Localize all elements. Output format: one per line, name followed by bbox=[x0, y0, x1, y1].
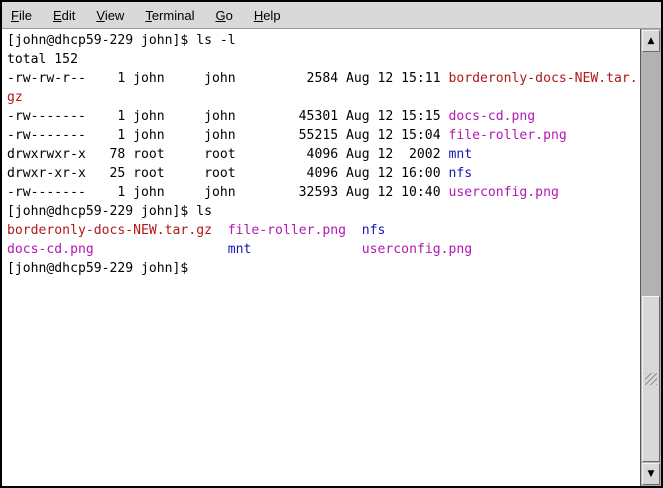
menu-view[interactable]: View bbox=[96, 8, 124, 23]
scrollbar-thumb[interactable] bbox=[642, 296, 660, 462]
terminal-output: [john@dhcp59-229 john]$ ls -l total 152 -r… bbox=[7, 31, 640, 278]
terminal-text bbox=[346, 223, 362, 238]
menu-file[interactable]: File bbox=[11, 8, 32, 23]
filename-magenta: docs-cd.png bbox=[7, 242, 94, 257]
scroll-up-button[interactable]: ▲ bbox=[642, 30, 660, 52]
menu-go[interactable]: Go bbox=[215, 8, 232, 23]
terminal-text: -rw------- 1 john john 32593 Aug 12 10:4… bbox=[7, 185, 448, 200]
filename-magenta: file-roller.png bbox=[228, 223, 346, 238]
terminal-screen[interactable]: [john@dhcp59-229 john]$ ls -l total 152 -r… bbox=[2, 29, 640, 486]
output-line: -rw------- 1 john john 55215 Aug 12 15:0… bbox=[7, 126, 640, 145]
output-line: -rw-rw-r-- 1 john john 2584 Aug 12 15:11… bbox=[7, 69, 640, 88]
prompt-line: [john@dhcp59-229 john]$ bbox=[7, 259, 640, 278]
output-line: drwxrwxr-x 78 root root 4096 Aug 12 2002… bbox=[7, 145, 640, 164]
filename-magenta: docs-cd.png bbox=[448, 109, 535, 124]
scrollbar-grip-icon bbox=[645, 373, 657, 385]
terminal-text: -rw------- 1 john john 45301 Aug 12 15:1… bbox=[7, 109, 448, 124]
terminal-text: drwxrwxr-x 78 root root 4096 Aug 12 2002 bbox=[7, 147, 448, 162]
scroll-down-button[interactable]: ▼ bbox=[642, 463, 660, 485]
filename-blue: nfs bbox=[448, 166, 472, 181]
output-line: total 152 bbox=[7, 50, 640, 69]
terminal-text bbox=[251, 242, 361, 257]
menubar: File Edit View Terminal Go Help bbox=[2, 2, 661, 29]
terminal-text: [john@dhcp59-229 john]$ ls bbox=[7, 204, 212, 219]
terminal-text bbox=[94, 242, 228, 257]
filename-blue: mnt bbox=[228, 242, 252, 257]
output-line: gz bbox=[7, 88, 640, 107]
terminal-main-area: [john@dhcp59-229 john]$ ls -l total 152 -r… bbox=[2, 29, 661, 486]
terminal-text bbox=[212, 223, 228, 238]
output-line: -rw------- 1 john john 45301 Aug 12 15:1… bbox=[7, 107, 640, 126]
scrollbar[interactable]: ▲ ▼ bbox=[640, 29, 661, 486]
filename-red: borderonly-docs-NEW.tar.gz bbox=[7, 223, 212, 238]
filename-blue: mnt bbox=[448, 147, 472, 162]
filename-blue: nfs bbox=[362, 223, 386, 238]
scroll-up-icon: ▲ bbox=[648, 37, 655, 46]
output-line: borderonly-docs-NEW.tar.gz file-roller.p… bbox=[7, 221, 640, 240]
menu-edit[interactable]: Edit bbox=[53, 8, 75, 23]
filename-red: gz bbox=[7, 90, 23, 105]
output-line: docs-cd.png mnt userconfig.png bbox=[7, 240, 640, 259]
prompt-line: [john@dhcp59-229 john]$ ls -l bbox=[7, 31, 640, 50]
terminal-text: -rw-rw-r-- 1 john john 2584 Aug 12 15:11 bbox=[7, 71, 448, 86]
scroll-down-icon: ▼ bbox=[648, 470, 655, 479]
terminal-text: [john@dhcp59-229 john]$ bbox=[7, 261, 188, 276]
menu-help[interactable]: Help bbox=[254, 8, 281, 23]
filename-red: borderonly-docs-NEW.tar. bbox=[448, 71, 637, 86]
filename-magenta: userconfig.png bbox=[448, 185, 558, 200]
terminal-window: File Edit View Terminal Go Help [john@dhcp59-… bbox=[0, 0, 663, 488]
terminal-text: drwxr-xr-x 25 root root 4096 Aug 12 16:0… bbox=[7, 166, 448, 181]
output-line: -rw------- 1 john john 32593 Aug 12 10:4… bbox=[7, 183, 640, 202]
terminal-text: [john@dhcp59-229 john]$ ls -l bbox=[7, 33, 236, 48]
terminal-text: -rw------- 1 john john 55215 Aug 12 15:0… bbox=[7, 128, 448, 143]
menu-terminal[interactable]: Terminal bbox=[145, 8, 194, 23]
filename-magenta: file-roller.png bbox=[448, 128, 566, 143]
terminal-text: total 152 bbox=[7, 52, 78, 67]
output-line: drwxr-xr-x 25 root root 4096 Aug 12 16:0… bbox=[7, 164, 640, 183]
prompt-line: [john@dhcp59-229 john]$ ls bbox=[7, 202, 640, 221]
filename-magenta: userconfig.png bbox=[362, 242, 472, 257]
